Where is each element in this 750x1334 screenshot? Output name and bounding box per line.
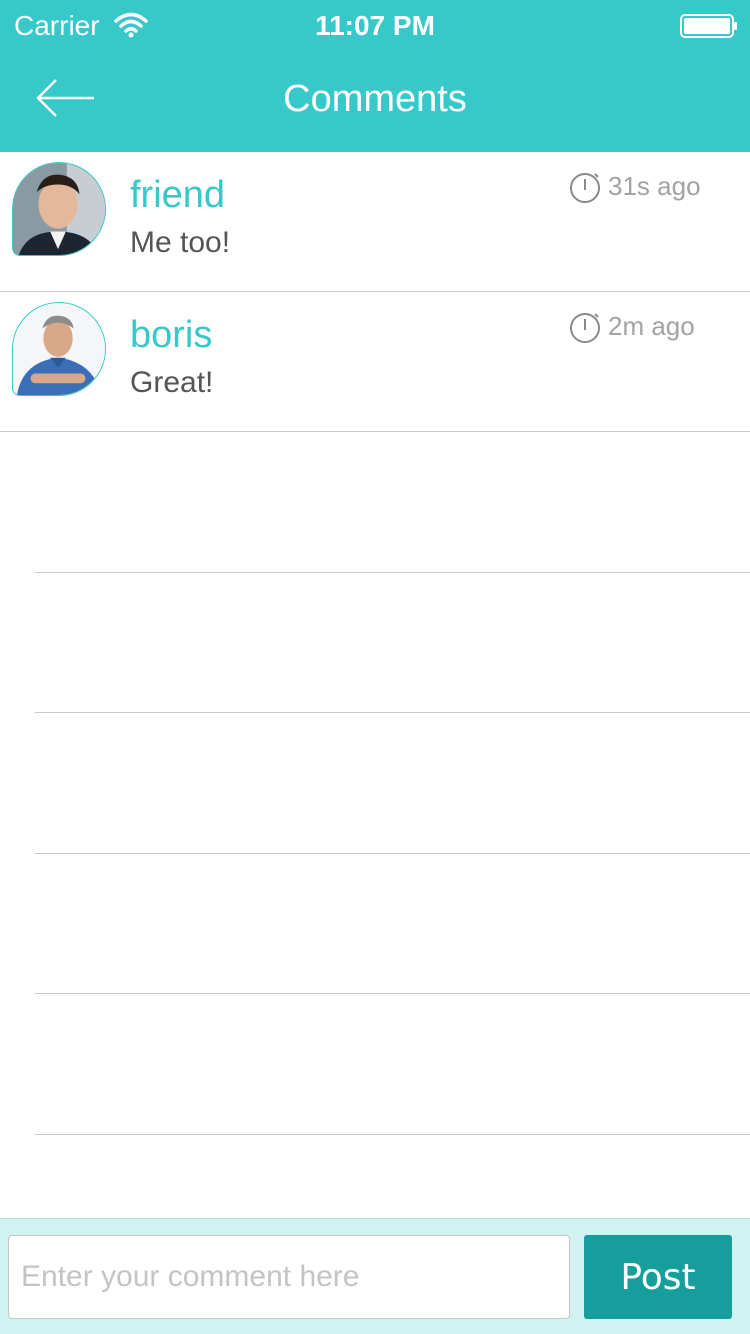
time-ago-label: 31s ago xyxy=(608,170,701,201)
avatar-image xyxy=(13,163,105,255)
comment-item[interactable]: boris Great! 2m ago xyxy=(0,292,750,432)
avatar[interactable] xyxy=(12,162,106,256)
status-time: 11:07 PM xyxy=(315,10,435,41)
empty-row xyxy=(0,573,750,714)
stopwatch-icon xyxy=(570,313,600,343)
comment-composer: Post xyxy=(0,1218,750,1334)
comment-timestamp: 31s ago xyxy=(568,168,701,204)
empty-row xyxy=(0,994,750,1135)
post-button[interactable]: Post xyxy=(584,1235,732,1319)
avatar-image xyxy=(13,303,105,395)
nav-bar: Comments xyxy=(0,50,750,152)
comment-text: Me too! xyxy=(130,226,231,259)
comment-timestamp: 2m ago xyxy=(568,308,695,344)
app-header: Carrier 11:07 PM Comments xyxy=(0,0,750,152)
status-bar: Carrier 11:07 PM xyxy=(0,0,750,50)
empty-row xyxy=(0,854,750,995)
page-title: Comments xyxy=(283,78,467,120)
comment-list: friend Me too! 31s ago boris Great! 2m a… xyxy=(0,152,750,1135)
comment-text: Great! xyxy=(130,366,214,399)
comment-input[interactable] xyxy=(8,1235,570,1319)
empty-row xyxy=(0,713,750,854)
avatar[interactable] xyxy=(12,302,106,396)
empty-row xyxy=(0,432,750,573)
battery-icon xyxy=(680,14,737,38)
comment-item[interactable]: friend Me too! 31s ago xyxy=(0,152,750,292)
stopwatch-icon xyxy=(570,173,600,203)
time-ago-label: 2m ago xyxy=(608,310,695,341)
comment-username[interactable]: boris xyxy=(130,314,212,357)
comment-username[interactable]: friend xyxy=(130,174,225,217)
